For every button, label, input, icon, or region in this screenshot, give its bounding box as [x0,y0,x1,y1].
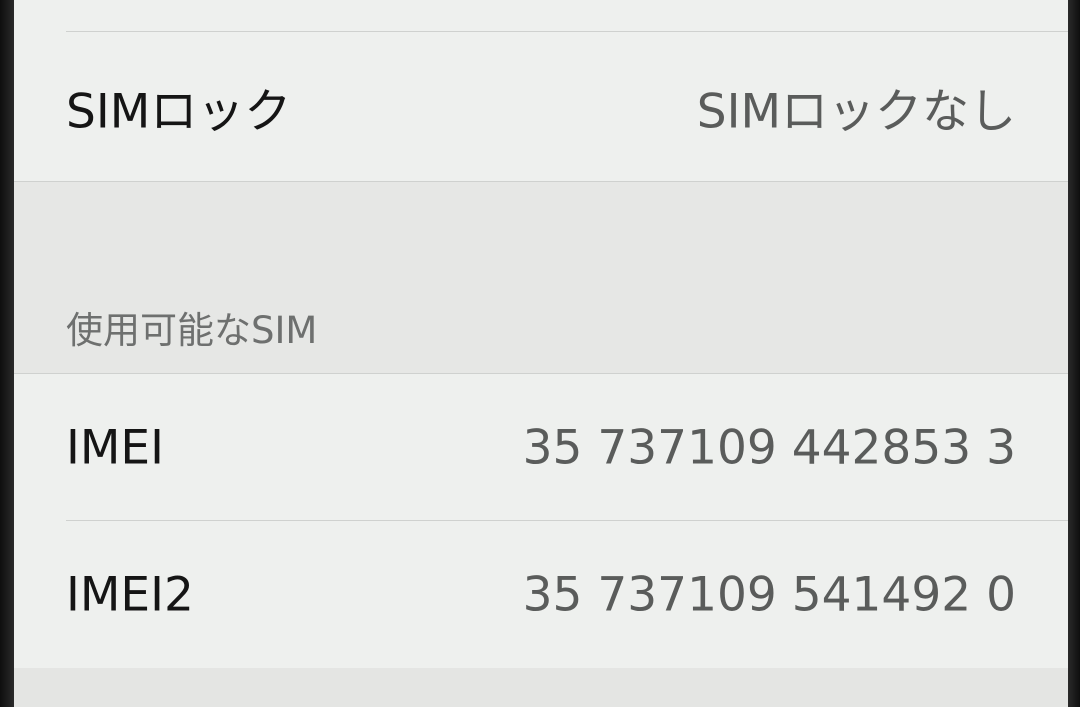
imei-label: IMEI [66,420,164,475]
imei2-row: IMEI2 35 737109 541492 0 [14,521,1068,668]
imei-row: IMEI 35 737109 442853 3 [14,374,1068,521]
previous-row [14,0,1068,32]
sim-lock-value: SIMロックなし [696,84,1016,139]
device-bezel-left [0,0,14,707]
group-separator [14,181,1068,182]
imei2-value[interactable]: 35 737109 541492 0 [523,567,1016,622]
sim-lock-label: SIMロック [66,84,292,139]
imei2-label: IMEI2 [66,567,194,622]
next-row-fragment [14,668,1068,707]
imei-value[interactable]: 35 737109 442853 3 [523,420,1016,475]
available-sim-section-header: 使用可能なSIM [66,309,318,352]
sim-lock-row: SIMロック SIMロックなし [14,32,1068,181]
settings-screen: SIMロック SIMロックなし 使用可能なSIM IMEI 35 737109 … [14,0,1068,707]
device-bezel-right [1068,0,1080,707]
